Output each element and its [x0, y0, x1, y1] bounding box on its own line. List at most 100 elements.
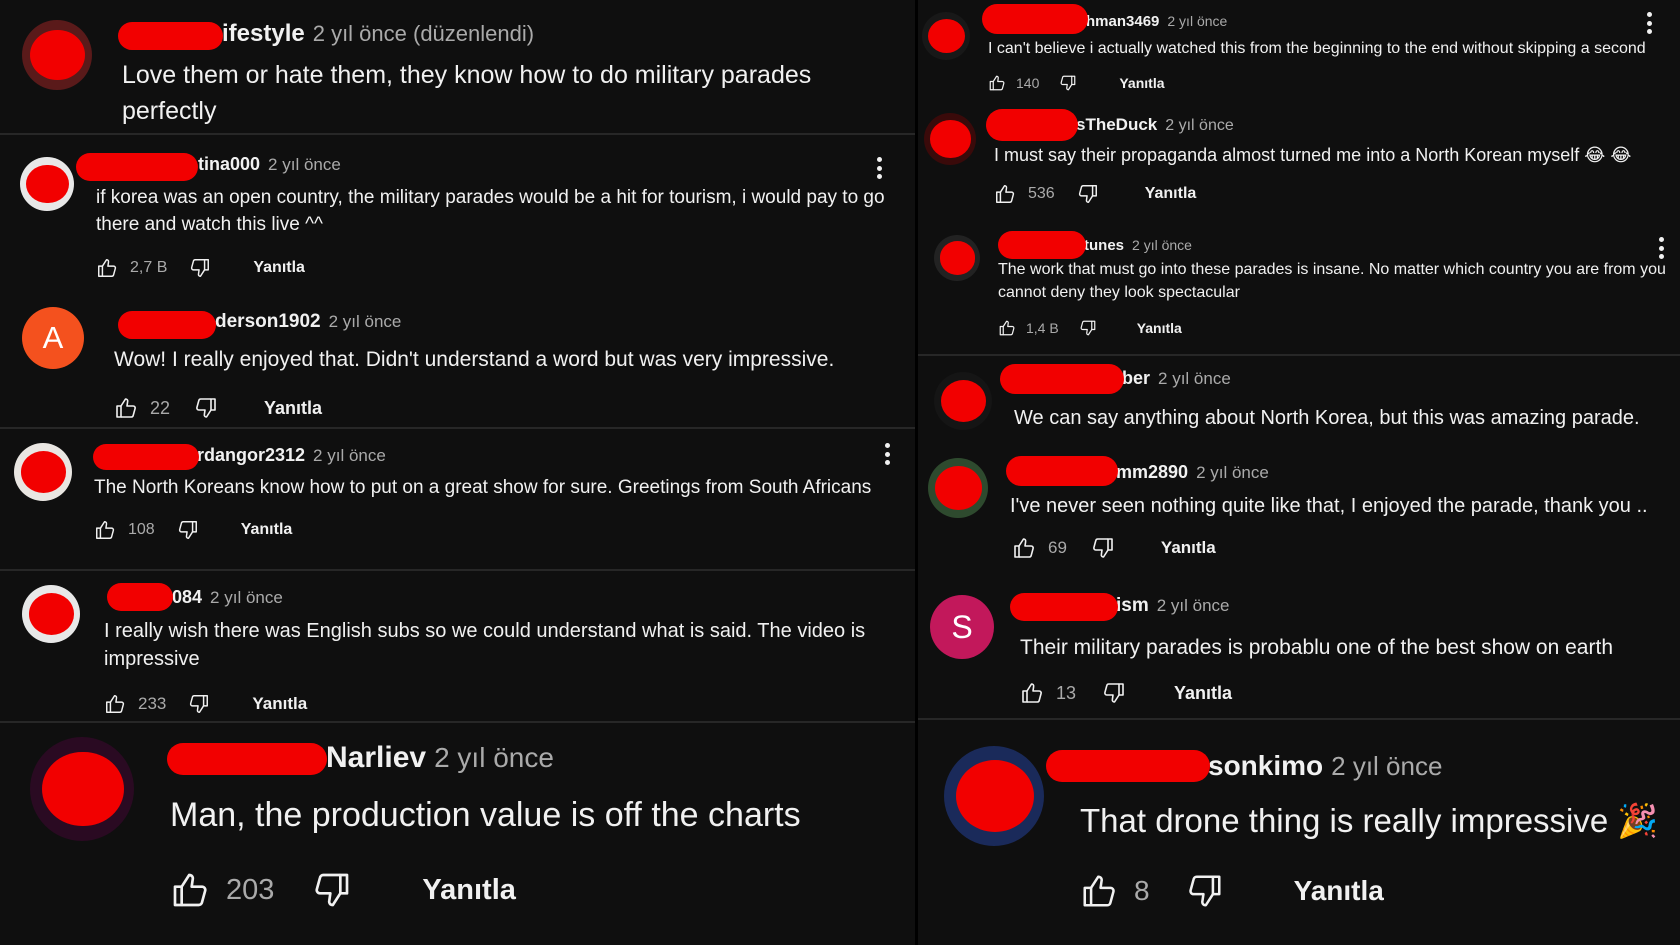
avatar[interactable]	[30, 737, 134, 841]
name-redaction	[76, 153, 198, 181]
like-count: 8	[1134, 875, 1150, 906]
thumbs-up-icon[interactable]	[170, 870, 210, 910]
reply-button[interactable]: Yanıtla	[1119, 75, 1164, 91]
thumbs-down-icon[interactable]	[1077, 183, 1099, 205]
comment-text: That drone thing is really impressive 🎉	[1080, 802, 1659, 839]
thumbs-down-icon[interactable]	[1079, 319, 1097, 337]
avatar[interactable]	[924, 113, 976, 165]
comment-item: Aderson1902 2 yıl önce Wow! I really enjoy…	[0, 289, 915, 429]
name-redaction	[1000, 364, 1124, 394]
author-name[interactable]: sonkimo	[1208, 750, 1323, 782]
thumbs-up-icon[interactable]	[998, 319, 1016, 337]
thumbs-down-icon[interactable]	[1059, 74, 1077, 92]
reply-button[interactable]: Yanıtla	[1294, 875, 1384, 907]
comment-timestamp[interactable]: 2 yıl önce	[1165, 117, 1233, 135]
author-name[interactable]: mm2890	[1116, 462, 1188, 483]
reply-button[interactable]: Yanıtla	[1161, 538, 1216, 558]
avatar[interactable]: A	[22, 307, 84, 369]
thumbs-down-icon[interactable]	[194, 396, 218, 420]
author-name[interactable]: tina000	[198, 154, 260, 175]
reply-button[interactable]: Yanıtla	[253, 259, 305, 277]
avatar[interactable]	[14, 443, 72, 501]
avatar[interactable]	[944, 746, 1044, 846]
thumbs-down-icon[interactable]	[1102, 681, 1126, 705]
author-name[interactable]: rdangor2312	[197, 445, 305, 466]
thumbs-up-icon[interactable]	[1080, 872, 1118, 910]
comment-text: Wow! I really enjoyed that. Didn't under…	[114, 348, 835, 371]
thumbs-up-icon[interactable]	[114, 396, 138, 420]
comment-timestamp[interactable]: 2 yıl önce	[434, 742, 554, 774]
thumbs-up-icon[interactable]	[96, 257, 118, 279]
thumbs-down-icon[interactable]	[177, 519, 199, 541]
thumbs-up-icon[interactable]	[994, 183, 1016, 205]
comment-timestamp[interactable]: 2 yıl önce	[1132, 237, 1192, 253]
more-vert-icon[interactable]	[876, 157, 882, 179]
reply-button[interactable]: Yanıtla	[252, 694, 307, 714]
author-name[interactable]: sTheDuck	[1076, 115, 1157, 135]
thumbs-up-icon[interactable]	[988, 74, 1006, 92]
avatar-initial: A	[42, 320, 64, 355]
comment-timestamp[interactable]: 2 yıl önce	[210, 588, 283, 608]
reply-button[interactable]: Yanıtla	[422, 874, 516, 907]
comment-timestamp[interactable]: 2 yıl önce	[1167, 13, 1227, 29]
right-comments-panel: hman3469 2 yıl önce I can't believe i actu…	[918, 0, 1680, 945]
avatar[interactable]	[934, 235, 980, 281]
avatar[interactable]	[22, 585, 80, 643]
avatar[interactable]	[22, 20, 92, 90]
reply-button[interactable]: Yanıtla	[264, 398, 322, 419]
reply-button[interactable]: Yanıtla	[1145, 185, 1197, 203]
author-name[interactable]: ber	[1122, 368, 1150, 389]
comment-timestamp[interactable]: 2 yıl önce	[329, 312, 402, 332]
thumbs-down-icon[interactable]	[188, 693, 210, 715]
thumbs-up-icon[interactable]	[104, 693, 126, 715]
comment-timestamp[interactable]: 2 yıl önce	[1157, 596, 1230, 616]
thumbs-down-icon[interactable]	[1186, 872, 1224, 910]
comment-timestamp[interactable]: 2 yıl önce	[1331, 751, 1442, 782]
thumbs-down-icon[interactable]	[312, 870, 352, 910]
more-vert-icon[interactable]	[1658, 237, 1664, 259]
avatar[interactable]: S	[930, 595, 994, 659]
author-name[interactable]: derson1902	[215, 311, 321, 333]
more-vert-icon[interactable]	[884, 443, 890, 465]
comment-timestamp[interactable]: 2 yıl önce	[1196, 463, 1269, 483]
reply-button[interactable]: Yanıtla	[1174, 683, 1232, 704]
reply-button[interactable]: Yanıtla	[241, 521, 293, 539]
reply-button[interactable]: Yanıtla	[1137, 320, 1182, 336]
avatar[interactable]	[934, 372, 992, 430]
author-name[interactable]: ism	[1116, 595, 1149, 617]
author-name[interactable]: ifestyle	[222, 20, 305, 48]
comment-timestamp[interactable]: 2 yıl önce	[268, 155, 341, 175]
name-redaction	[107, 583, 173, 611]
author-name[interactable]: hman3469	[1086, 13, 1159, 30]
comment-header: ism 2 yıl önce	[1116, 595, 1230, 617]
avatar[interactable]	[20, 157, 74, 211]
author-name[interactable]: Narliev	[326, 741, 426, 775]
more-vert-icon[interactable]	[1646, 12, 1652, 34]
comment-text: Man, the production value is off the cha…	[170, 796, 801, 834]
like-count: 536	[1028, 185, 1055, 202]
author-name[interactable]: 084	[172, 587, 202, 608]
author-name[interactable]: tunes	[1084, 237, 1124, 254]
like-count: 1,4 B	[1026, 320, 1059, 336]
comment-header: sTheDuck 2 yıl önce	[1076, 115, 1234, 135]
comment-item: rdangor2312 2 yıl önce The North Koreans k…	[0, 431, 915, 571]
avatar[interactable]	[928, 458, 988, 518]
comment-text: Their military parades is probablu one o…	[1020, 636, 1613, 659]
comment-actions: 233 Yanıtla	[104, 693, 307, 715]
comment-timestamp[interactable]: 2 yıl önce	[1158, 369, 1231, 389]
avatar[interactable]	[922, 12, 970, 60]
name-redaction	[982, 4, 1088, 34]
thumbs-down-icon[interactable]	[1091, 536, 1115, 560]
comment-item: mm2890 2 yıl önce I've never seen nothing …	[918, 440, 1680, 577]
comment-timestamp[interactable]: 2 yıl önce (düzenlendi)	[313, 21, 534, 47]
name-redaction	[1006, 456, 1118, 486]
comment-header: Narliev 2 yıl önce	[326, 741, 554, 775]
thumbs-up-icon[interactable]	[1020, 681, 1044, 705]
comment-timestamp[interactable]: 2 yıl önce	[313, 446, 386, 466]
comment-header: tunes 2 yıl önce	[1084, 237, 1192, 254]
thumbs-up-icon[interactable]	[94, 519, 116, 541]
comment-header: sonkimo 2 yıl önce	[1208, 750, 1442, 782]
thumbs-down-icon[interactable]	[189, 257, 211, 279]
comment-item: hman3469 2 yıl önce I can't believe i actu…	[918, 0, 1680, 103]
thumbs-up-icon[interactable]	[1012, 536, 1036, 560]
